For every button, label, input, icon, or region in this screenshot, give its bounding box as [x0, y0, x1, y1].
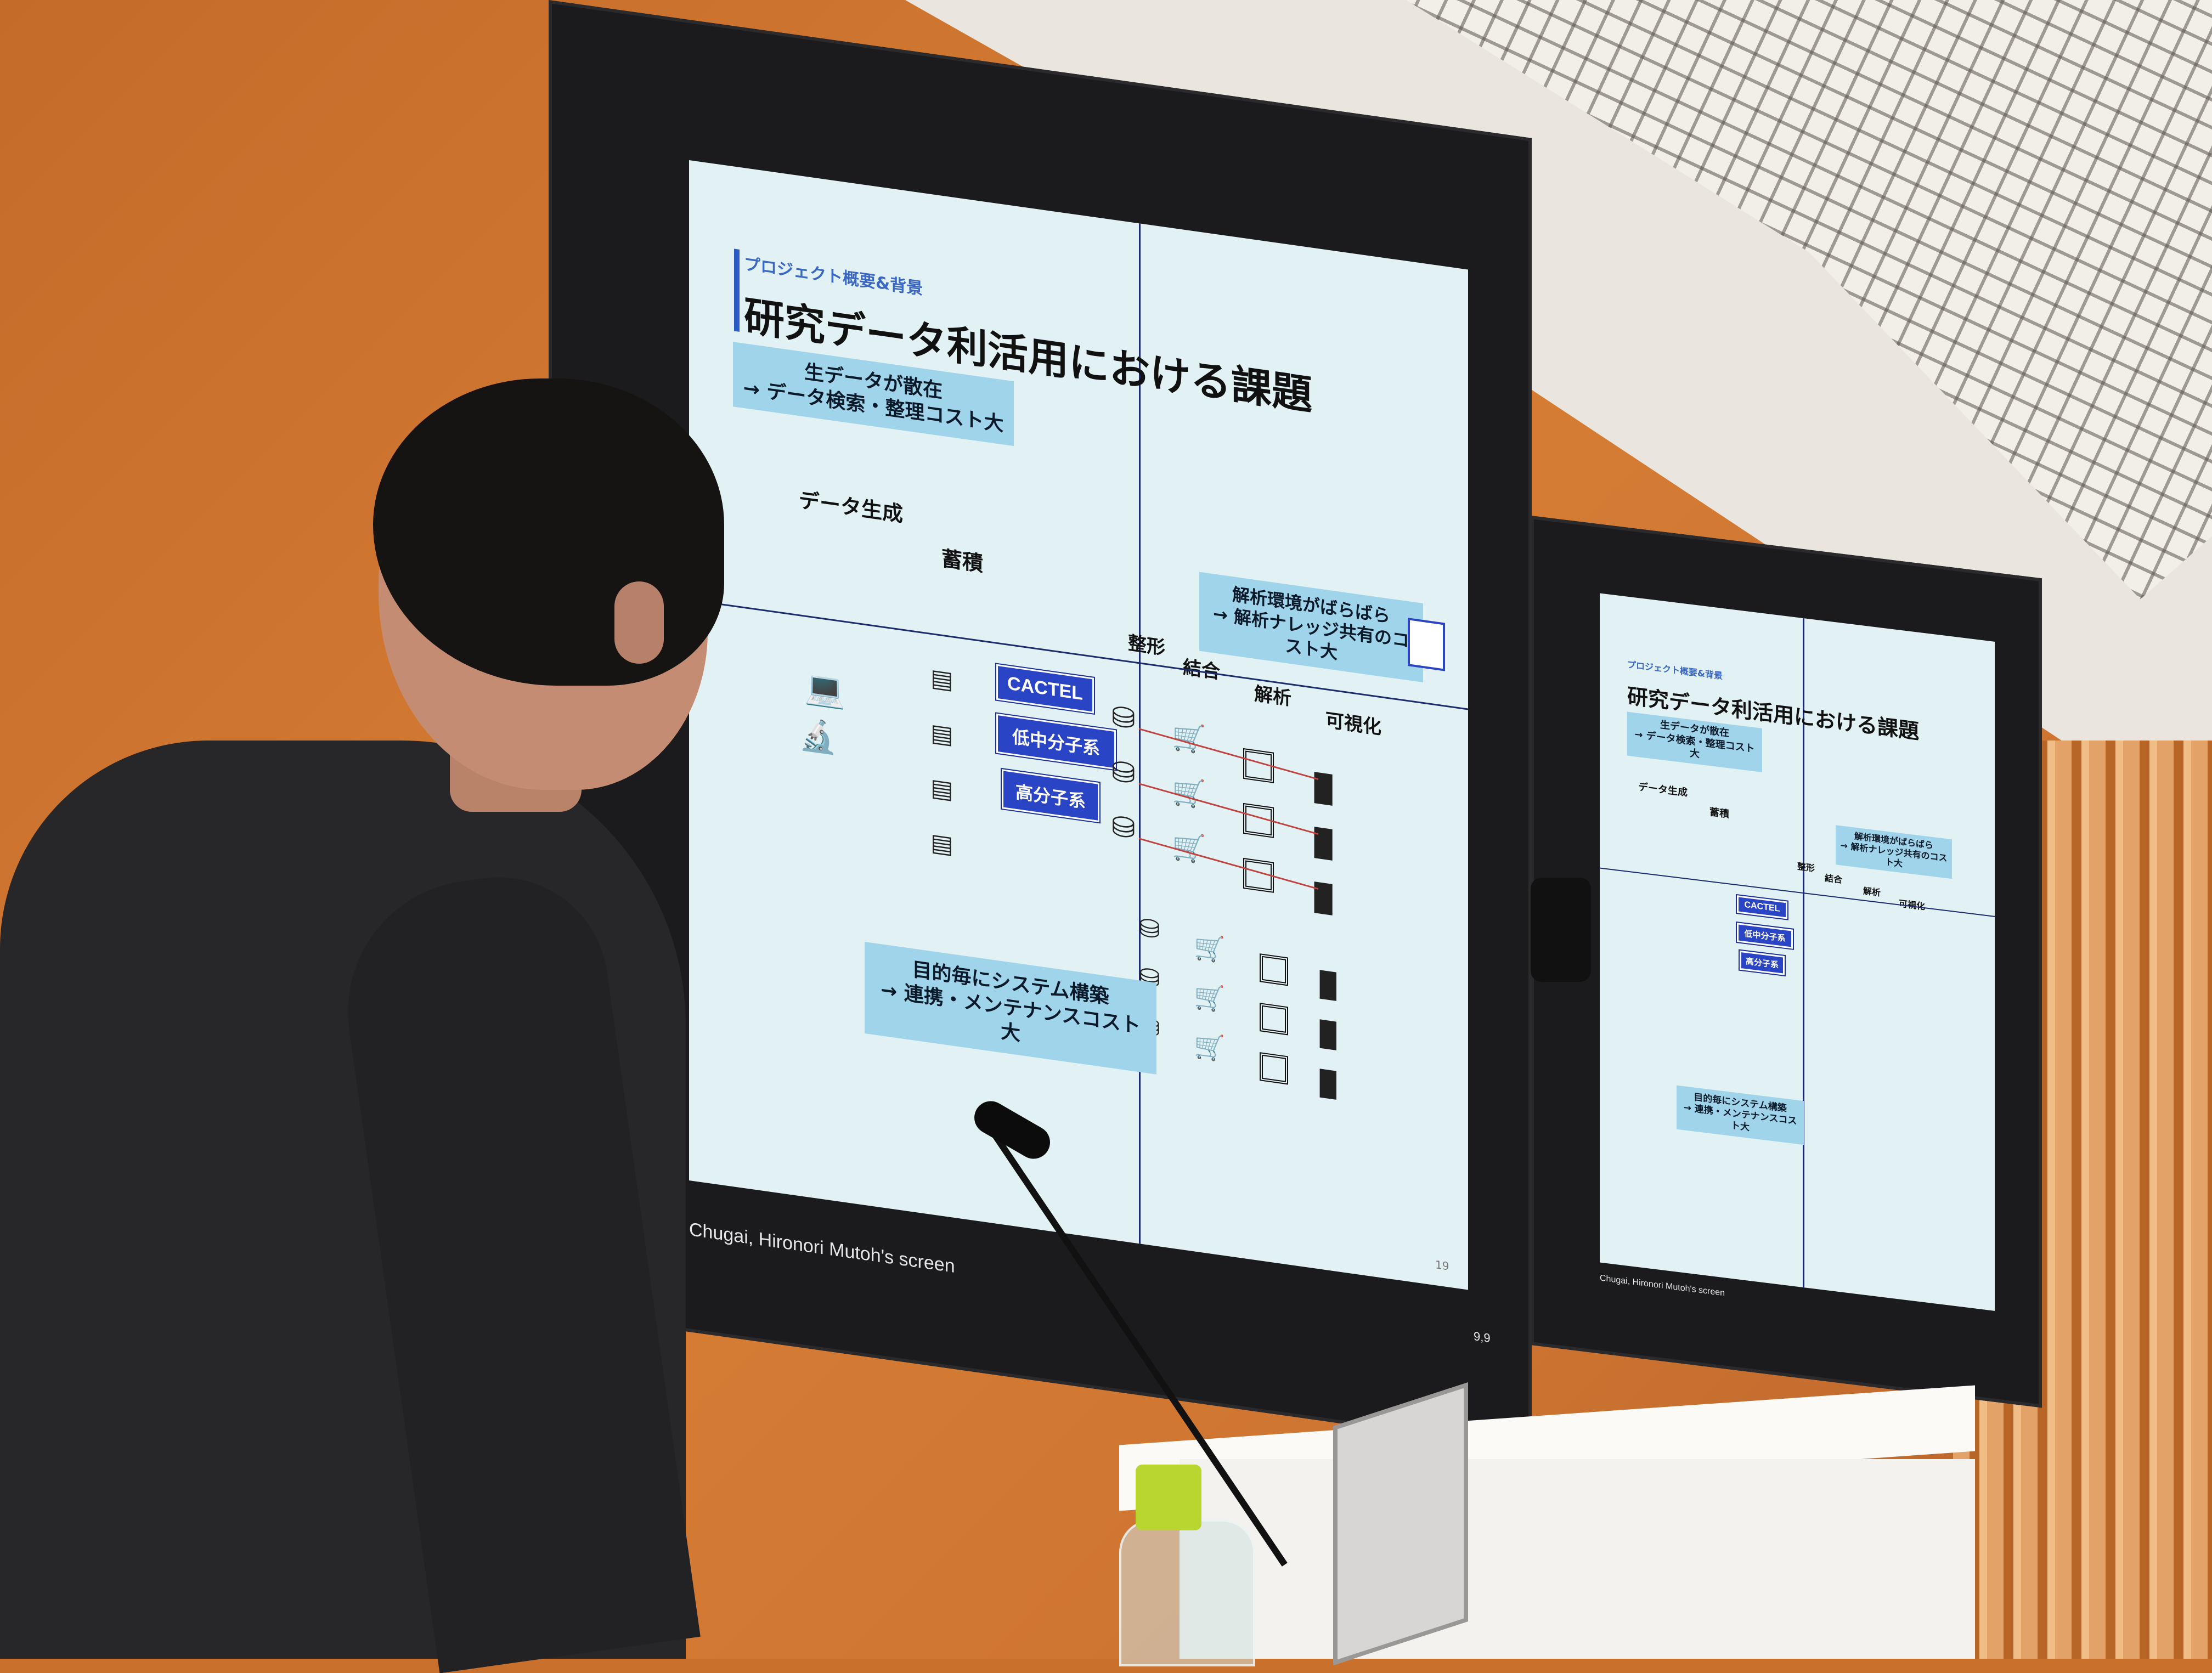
- server-icon: ▤: [930, 773, 953, 805]
- stage-store: 蓄積: [941, 546, 984, 576]
- stage-join: 結合: [1825, 872, 1843, 885]
- chip-icon: [1260, 1052, 1288, 1085]
- cart-icon: 🛒: [1172, 719, 1206, 756]
- secondary-monitor: プロジェクト概要&背景 研究データ利活用における課題 生データが散在 → データ…: [1531, 516, 2042, 1408]
- screen-share-label: Chugai, Hironori Mutoh's screen: [689, 1218, 955, 1278]
- main-monitor: プロジェクト概要&背景 研究データ利活用における課題 生データが散在 → データ…: [549, 0, 1532, 1450]
- chip-icon: [1260, 1003, 1288, 1036]
- server-icon: ▤: [930, 718, 953, 750]
- stage-store: 蓄積: [1709, 806, 1729, 821]
- system-box-cactel: CACTEL: [996, 664, 1094, 714]
- stage-join: 結合: [1183, 656, 1220, 684]
- cart-icon: 🛒: [1172, 774, 1206, 811]
- screen-share-label: Chugai, Hironori Mutoh's screen: [1600, 1273, 1725, 1298]
- flow-line: [1138, 838, 1318, 890]
- stage-shape: 整形: [1128, 632, 1165, 659]
- slide-subtitle: プロジェクト概要&背景: [1627, 659, 1723, 681]
- flow-line: [1138, 728, 1318, 781]
- system-box-low-mid-molecule: 低中分子系: [1737, 923, 1793, 949]
- chip-icon: [1260, 953, 1288, 986]
- stage-analyze: 解析: [1863, 885, 1881, 898]
- conference-camera: [1531, 878, 1591, 982]
- bar-chart-icon: ▉: [1320, 970, 1339, 1002]
- cart-icon: 🛒: [1194, 931, 1226, 965]
- callout-right: 解析環境がばらばら → 解析ナレッジ共有のコスト大: [1836, 825, 1952, 879]
- stage-generate: データ生成: [799, 488, 904, 527]
- cart-icon: 🛒: [1194, 980, 1226, 1015]
- cart-icon: 🛒: [1172, 829, 1206, 866]
- system-box-high-molecule: 高分子系: [1740, 950, 1785, 975]
- callout-right: 解析環境がばらばら → 解析ナレッジ共有のコスト大: [1199, 572, 1423, 683]
- database-icon: ⛁: [1139, 912, 1160, 945]
- database-icon: ⛁: [1111, 755, 1136, 792]
- flow-line: [1138, 783, 1318, 835]
- database-icon: ⛁: [1111, 810, 1136, 846]
- main-slide: プロジェクト概要&背景 研究データ利活用における課題 生データが散在 → データ…: [689, 160, 1468, 1290]
- callout-bottom: 目的毎にシステム構築 → 連携・メンテナンスコスト大: [1677, 1085, 1804, 1145]
- secondary-slide: プロジェクト概要&背景 研究データ利活用における課題 生データが散在 → データ…: [1600, 593, 1995, 1311]
- cart-icon: 🛒: [1194, 1030, 1226, 1064]
- presenter-ear: [614, 581, 664, 664]
- microscope-icon: 🔬: [799, 716, 837, 757]
- laptop-screen: [1333, 1382, 1468, 1665]
- server-icon: ▤: [930, 828, 953, 860]
- water-bottle: [1119, 1519, 1255, 1666]
- podium: [1180, 1459, 1975, 1659]
- computer-icon: 💻: [804, 667, 845, 711]
- stage-visualize: 可視化: [1325, 709, 1381, 739]
- bezel-corner-label: 9,9: [1474, 1329, 1491, 1346]
- callout-bottom: 目的毎にシステム構築 → 連携・メンテナンスコスト大: [865, 941, 1156, 1075]
- stage-generate: データ生成: [1638, 781, 1688, 799]
- stage-shape: 整形: [1797, 861, 1815, 874]
- system-box-cactel: CACTEL: [1737, 895, 1787, 919]
- server-icon: ▤: [930, 663, 953, 695]
- bar-chart-icon: ▉: [1320, 1020, 1339, 1051]
- bottle-cap: [1136, 1465, 1201, 1530]
- bar-chart-icon: ▉: [1320, 1069, 1339, 1100]
- title-accent-bar: [734, 248, 740, 332]
- system-box-low-mid-molecule: 低中分子系: [996, 713, 1116, 770]
- database-icon: ⛁: [1111, 700, 1136, 737]
- page-number: 19: [1435, 1258, 1449, 1273]
- company-logo-icon: [1408, 618, 1445, 671]
- system-box-high-molecule: 高分子系: [1002, 769, 1099, 823]
